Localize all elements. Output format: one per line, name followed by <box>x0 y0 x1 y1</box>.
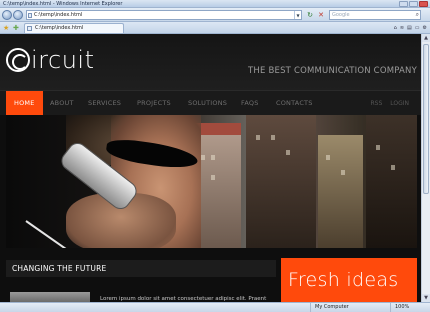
stop-icon[interactable]: ✕ <box>316 10 326 20</box>
back-button[interactable] <box>2 10 12 20</box>
site-header: ircuit THE BEST COMMUNICATION COMPANY <box>0 34 421 90</box>
zoom-level[interactable]: 100% <box>390 303 409 312</box>
window-controls <box>399 1 428 7</box>
logo-text: ircuit <box>31 46 95 74</box>
minimize-button[interactable] <box>399 1 408 7</box>
search-icon[interactable]: ⌕ <box>416 11 419 19</box>
command-bar: ⌂ ≋ ▤ ▭ ⚙ <box>394 24 427 32</box>
nav-services[interactable]: SERVICES <box>88 91 121 116</box>
section-title: CHANGING THE FUTURE <box>6 260 276 277</box>
window <box>341 170 345 175</box>
window <box>391 165 395 170</box>
window <box>376 145 380 150</box>
address-dropdown-icon[interactable]: ▼ <box>294 11 301 19</box>
browser-window: C:\temp\index.html - Windows Internet Ex… <box>0 0 430 312</box>
print-icon[interactable]: ▤ <box>407 24 412 32</box>
tools-menu-icon[interactable]: ⚙ <box>423 24 427 32</box>
page-icon <box>28 13 32 18</box>
security-zone: My Computer <box>310 303 349 312</box>
tab-page-icon <box>27 26 32 31</box>
refresh-icon[interactable]: ↻ <box>305 10 315 20</box>
tab-bar: ★ ✚ C:\temp\index.html ⌂ ≋ ▤ ▭ ⚙ <box>0 22 430 34</box>
window <box>326 155 330 160</box>
rss-link[interactable]: RSS <box>371 100 383 107</box>
vertical-scrollbar[interactable]: ▲ ▼ <box>421 34 430 302</box>
forward-button[interactable] <box>13 10 23 20</box>
address-bar[interactable]: C:\temp\index.html ▼ <box>26 10 302 20</box>
favorites-star-icon[interactable]: ★ <box>3 24 9 32</box>
hero-image <box>6 115 417 248</box>
window <box>211 175 215 180</box>
home-icon[interactable]: ⌂ <box>394 24 397 32</box>
scroll-thumb[interactable] <box>423 44 429 194</box>
address-toolbar: C:\temp\index.html ▼ ↻ ✕ Google ⌕ <box>0 8 430 22</box>
window <box>256 135 260 140</box>
page-viewport: ircuit THE BEST COMMUNICATION COMPANY HO… <box>0 34 421 302</box>
title-bar: C:\temp\index.html - Windows Internet Ex… <box>0 0 430 8</box>
nav-projects[interactable]: PROJECTS <box>137 91 171 116</box>
address-text: C:\temp\index.html <box>34 12 83 18</box>
article-thumbnail <box>10 292 90 302</box>
promo-banner[interactable]: Fresh ideas <box>281 258 417 302</box>
nav-faqs[interactable]: FAQS <box>241 91 259 116</box>
main-nav: HOME ABOUT SERVICES PROJECTS SOLUTIONS F… <box>0 90 421 116</box>
nav-contacts[interactable]: CONTACTS <box>276 91 313 116</box>
add-favorites-icon[interactable]: ✚ <box>13 24 19 32</box>
search-placeholder: Google <box>332 12 350 18</box>
login-link[interactable]: LOGIN <box>390 100 409 107</box>
tagline: THE BEST COMMUNICATION COMPANY <box>248 66 417 76</box>
maximize-button[interactable] <box>409 1 418 7</box>
nav-about[interactable]: ABOUT <box>50 91 74 116</box>
window <box>201 155 205 160</box>
site-logo[interactable]: ircuit <box>6 44 95 76</box>
scroll-down-icon[interactable]: ▼ <box>422 294 430 302</box>
tab-label: C:\temp\index.html <box>35 25 84 31</box>
status-bar: My Computer 100% <box>0 302 430 312</box>
page-menu-icon[interactable]: ▭ <box>415 24 420 32</box>
scroll-up-icon[interactable]: ▲ <box>422 34 430 42</box>
building <box>318 135 363 248</box>
window <box>271 135 275 140</box>
close-button[interactable] <box>419 1 428 7</box>
window <box>211 155 215 160</box>
building <box>366 115 417 248</box>
nav-utility: RSS LOGIN <box>365 91 409 116</box>
window-title: C:\temp\index.html - Windows Internet Ex… <box>3 1 123 7</box>
browser-tab[interactable]: C:\temp\index.html <box>24 23 124 33</box>
nav-home[interactable]: HOME <box>6 91 43 116</box>
feeds-icon[interactable]: ≋ <box>400 24 404 32</box>
search-input[interactable]: Google ⌕ <box>329 10 421 20</box>
window <box>286 150 290 155</box>
logo-c-icon <box>6 48 30 72</box>
nav-solutions[interactable]: SOLUTIONS <box>188 91 227 116</box>
